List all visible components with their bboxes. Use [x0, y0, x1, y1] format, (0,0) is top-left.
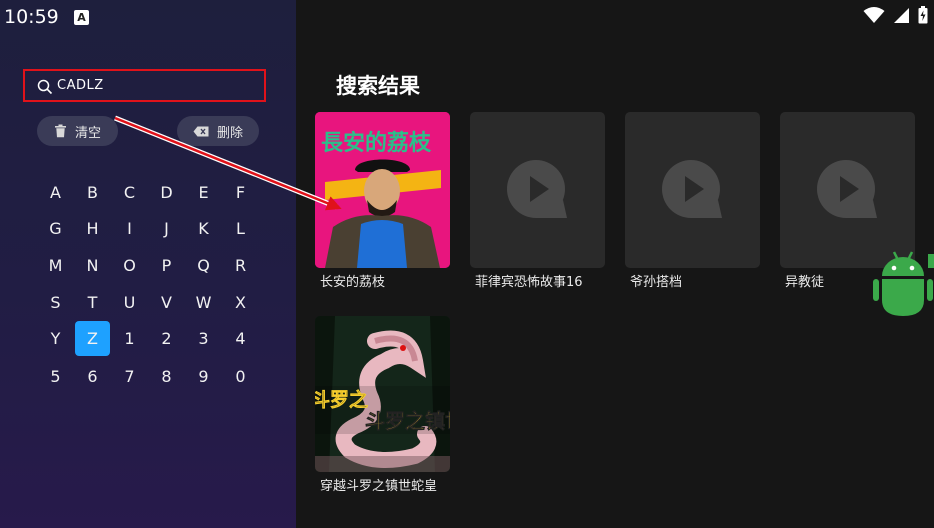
poster-placeholder — [780, 112, 915, 268]
result-title: 长安的荔枝 — [320, 275, 386, 290]
results-title: 搜索结果 — [336, 74, 420, 98]
delete-button[interactable]: 删除 — [177, 116, 259, 146]
result-card[interactable]: 爷孙搭档 — [625, 112, 760, 290]
poster-logo-text: 長安的荔枝 — [321, 130, 432, 156]
poster-placeholder — [470, 112, 605, 268]
results-panel: 搜索结果 長安的荔枝 长安的荔枝 菲律宾恐怖故事16 爷孙搭档 异教徒 斗罗之 … — [296, 0, 934, 528]
left-panel: 10:59 A CADLZ 清空 删除 ABCDEFGHIJKLMNOPQRST… — [0, 0, 296, 528]
key-g[interactable]: G — [38, 211, 73, 246]
notification-a-icon: A — [74, 10, 89, 25]
key-b[interactable]: B — [75, 175, 110, 210]
search-query-text: CADLZ — [57, 78, 104, 93]
delete-button-label: 删除 — [216, 125, 243, 141]
clear-button[interactable]: 清空 — [37, 116, 118, 146]
poster-placeholder — [625, 112, 760, 268]
trash-icon — [54, 124, 66, 138]
key-o[interactable]: O — [112, 248, 147, 283]
key-f[interactable]: F — [223, 175, 258, 210]
key-x[interactable]: X — [223, 285, 258, 320]
android-robot-icon — [873, 251, 934, 316]
status-icons — [863, 6, 928, 24]
result-card[interactable]: 長安的荔枝 长安的荔枝 — [315, 112, 450, 290]
key-4[interactable]: 4 — [223, 321, 258, 356]
key-i[interactable]: I — [112, 211, 147, 246]
key-s[interactable]: S — [38, 285, 73, 320]
key-d[interactable]: D — [149, 175, 184, 210]
key-v[interactable]: V — [149, 285, 184, 320]
video-placeholder-icon — [507, 160, 567, 218]
key-u[interactable]: U — [112, 285, 147, 320]
key-0[interactable]: 0 — [223, 359, 258, 394]
key-7[interactable]: 7 — [112, 359, 147, 394]
result-title: 爷孙搭档 — [630, 275, 683, 290]
svg-text:斗罗之: 斗罗之 — [315, 388, 368, 411]
key-z[interactable]: Z — [75, 321, 110, 356]
poster-illustration: 斗罗之 斗罗之镇世蛇皇 — [315, 316, 450, 472]
key-l[interactable]: L — [223, 211, 258, 246]
key-n[interactable]: N — [75, 248, 110, 283]
clear-button-label: 清空 — [74, 125, 101, 141]
key-k[interactable]: K — [186, 211, 221, 246]
result-title: 菲律宾恐怖故事16 — [475, 275, 583, 290]
result-title: 穿越斗罗之镇世蛇皇 — [320, 479, 438, 494]
poster-image: 長安的荔枝 — [315, 112, 450, 268]
key-p[interactable]: P — [149, 248, 184, 283]
key-9[interactable]: 9 — [186, 359, 221, 394]
key-8[interactable]: 8 — [149, 359, 184, 394]
backspace-icon — [193, 126, 209, 136]
key-j[interactable]: J — [149, 211, 184, 246]
wifi-icon — [863, 6, 885, 23]
battery-icon — [918, 6, 928, 24]
signal-icon — [894, 7, 909, 23]
key-2[interactable]: 2 — [149, 321, 184, 356]
key-y[interactable]: Y — [38, 321, 73, 356]
result-card[interactable]: 菲律宾恐怖故事16 — [470, 112, 605, 290]
key-3[interactable]: 3 — [186, 321, 221, 356]
search-icon — [37, 79, 53, 95]
poster-logo-text: 斗罗之镇世蛇皇 — [365, 409, 450, 433]
key-m[interactable]: M — [38, 248, 73, 283]
video-placeholder-icon — [662, 160, 722, 218]
key-e[interactable]: E — [186, 175, 221, 210]
key-1[interactable]: 1 — [112, 321, 147, 356]
key-5[interactable]: 5 — [38, 359, 73, 394]
key-h[interactable]: H — [75, 211, 110, 246]
key-r[interactable]: R — [223, 248, 258, 283]
key-t[interactable]: T — [75, 285, 110, 320]
search-input[interactable]: CADLZ — [23, 69, 266, 102]
result-card[interactable]: 斗罗之 斗罗之镇世蛇皇 穿越斗罗之镇世蛇皇 — [315, 316, 450, 494]
video-placeholder-icon — [817, 160, 877, 218]
key-w[interactable]: W — [186, 285, 221, 320]
status-time: 10:59 — [4, 6, 59, 28]
key-c[interactable]: C — [112, 175, 147, 210]
key-6[interactable]: 6 — [75, 359, 110, 394]
key-q[interactable]: Q — [186, 248, 221, 283]
key-a[interactable]: A — [38, 175, 73, 210]
poster-illustration: 長安的荔枝 — [315, 112, 450, 268]
poster-image: 斗罗之 斗罗之镇世蛇皇 — [315, 316, 450, 472]
